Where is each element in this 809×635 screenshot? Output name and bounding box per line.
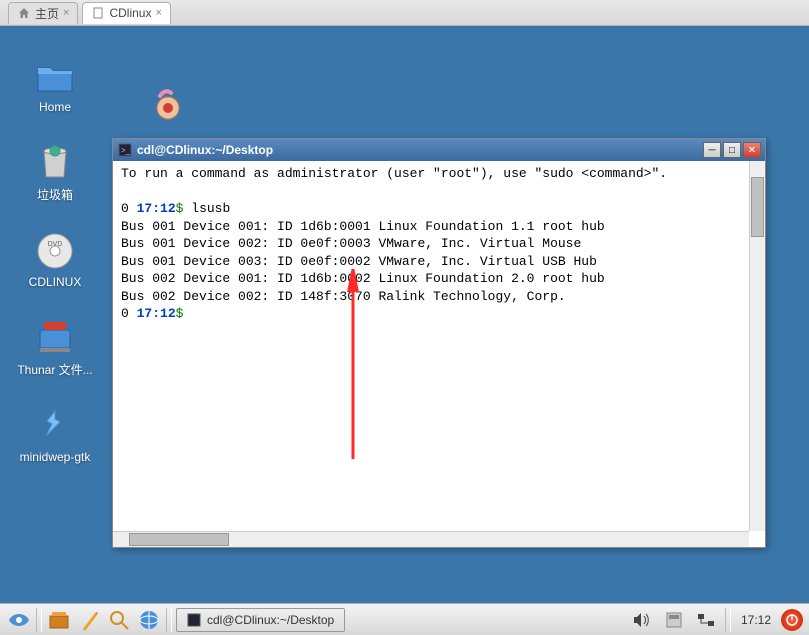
desktop-icon-minidwep[interactable]: minidwep-gtk (15, 406, 95, 464)
taskbar-separator (166, 608, 172, 632)
minidwep-icon (35, 406, 75, 446)
icon-label: Thunar 文件... (17, 361, 92, 378)
taskbar-task-terminal[interactable]: cdl@CDlinux:~/Desktop (176, 608, 345, 632)
icon-label: 垃圾箱 (37, 186, 73, 203)
terminal-prompt-line: 0 17:12$ (121, 305, 757, 323)
desktop-icons: Home 垃圾箱 DVD CDLINUX Thunar 文件... minidw… (15, 56, 95, 464)
scrollbar-vertical[interactable] (749, 161, 765, 531)
network-icon[interactable] (693, 607, 719, 633)
start-menu-icon[interactable] (6, 607, 32, 633)
window-buttons: ─ □ ✕ (703, 142, 761, 158)
tab-label: 主页 (35, 5, 59, 22)
terminal-output-line: Bus 001 Device 003: ID 0e0f:0002 VMware,… (121, 253, 757, 271)
terminal-hint: To run a command as administrator (user … (121, 165, 757, 183)
terminal-output-line: Bus 002 Device 001: ID 1d6b:0002 Linux F… (121, 270, 757, 288)
taskbar-clock[interactable]: 17:12 (737, 613, 775, 627)
close-button[interactable]: ✕ (743, 142, 761, 158)
browser-tab-cdlinux[interactable]: CDlinux × (82, 2, 170, 24)
volume-icon[interactable] (629, 607, 655, 633)
tab-label: CDlinux (109, 6, 151, 20)
terminal-icon (187, 613, 201, 627)
svg-text:DVD: DVD (48, 241, 63, 248)
system-tray: 17:12 (629, 607, 803, 633)
browser-launcher-icon[interactable] (136, 607, 162, 633)
file-manager-launcher-icon[interactable] (46, 607, 72, 633)
folder-home-icon (35, 56, 75, 96)
tab-close-icon[interactable]: × (155, 7, 161, 19)
home-icon (17, 6, 31, 20)
terminal-output-line: Bus 001 Device 001: ID 1d6b:0001 Linux F… (121, 218, 757, 236)
scrollbar-thumb[interactable] (751, 177, 764, 237)
browser-tab-strip: 主页 × CDlinux × (0, 0, 809, 26)
dvd-icon: DVD (35, 231, 75, 271)
taskbar-separator (36, 608, 42, 632)
page-icon (91, 6, 105, 20)
desktop-icon-home[interactable]: Home (15, 56, 95, 114)
svg-text:>_: >_ (121, 146, 131, 155)
icon-label: Home (39, 100, 71, 114)
editor-launcher-icon[interactable] (76, 607, 102, 633)
floating-icon[interactable] (150, 86, 186, 122)
terminal-output-line: Bus 002 Device 002: ID 148f:3070 Ralink … (121, 288, 757, 306)
icon-label: CDLINUX (29, 275, 82, 289)
tab-close-icon[interactable]: × (63, 7, 69, 19)
window-titlebar[interactable]: >_ cdl@CDlinux:~/Desktop ─ □ ✕ (113, 139, 765, 161)
taskbar-separator (725, 608, 731, 632)
browser-tab-home[interactable]: 主页 × (8, 2, 78, 24)
search-launcher-icon[interactable] (106, 607, 132, 633)
taskbar: cdl@CDlinux:~/Desktop 17:12 (0, 603, 809, 635)
tray-launcher-icon[interactable] (661, 607, 687, 633)
scrollbar-horizontal[interactable] (113, 531, 749, 547)
desktop[interactable]: Home 垃圾箱 DVD CDLINUX Thunar 文件... minidw… (0, 26, 809, 603)
terminal-icon: >_ (117, 142, 133, 158)
window-title: cdl@CDlinux:~/Desktop (137, 143, 699, 157)
trash-icon (35, 142, 75, 182)
maximize-button[interactable]: □ (723, 142, 741, 158)
minimize-button[interactable]: ─ (703, 142, 721, 158)
thunar-icon (35, 317, 75, 357)
icon-label: minidwep-gtk (20, 450, 91, 464)
power-button[interactable] (781, 609, 803, 631)
scrollbar-thumb[interactable] (129, 533, 229, 546)
desktop-icon-trash[interactable]: 垃圾箱 (15, 142, 95, 203)
task-label: cdl@CDlinux:~/Desktop (207, 613, 334, 627)
terminal-command: lsusb (191, 201, 230, 216)
terminal-body[interactable]: To run a command as administrator (user … (113, 161, 765, 547)
terminal-prompt-line: 0 17:12$ lsusb (121, 200, 757, 218)
terminal-output-line: Bus 001 Device 002: ID 0e0f:0003 VMware,… (121, 235, 757, 253)
blank-line (121, 183, 757, 201)
terminal-window: >_ cdl@CDlinux:~/Desktop ─ □ ✕ To run a … (112, 138, 766, 548)
desktop-icon-cdlinux[interactable]: DVD CDLINUX (15, 231, 95, 289)
desktop-icon-thunar[interactable]: Thunar 文件... (15, 317, 95, 378)
